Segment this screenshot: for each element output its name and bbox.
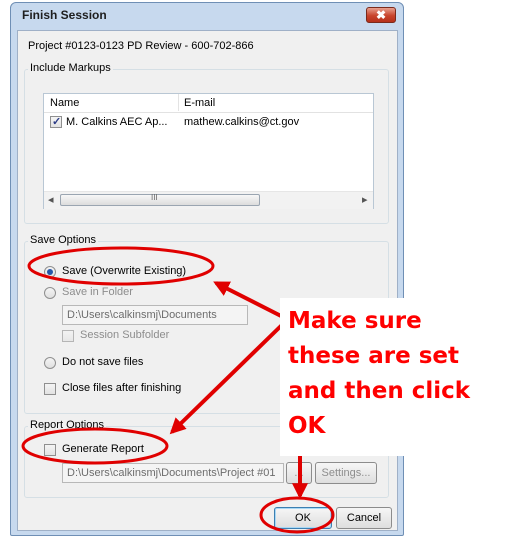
highlight-generate-report: [21, 427, 169, 465]
annotation-line-1: Make sure: [288, 308, 422, 334]
arrow-to-save-overwrite: [213, 281, 286, 320]
highlight-save-overwrite: [27, 246, 215, 286]
annotation-callout: Make sure these are set and then click O…: [280, 298, 504, 456]
annotation-line-4: OK: [288, 413, 326, 439]
annotation-line-3: and then click: [288, 378, 471, 404]
arrow-to-generate-report: [169, 320, 287, 435]
annotation-overlay: [21, 246, 335, 534]
annotation-line-2: these are set: [288, 343, 460, 369]
highlight-ok-button: [259, 496, 335, 534]
